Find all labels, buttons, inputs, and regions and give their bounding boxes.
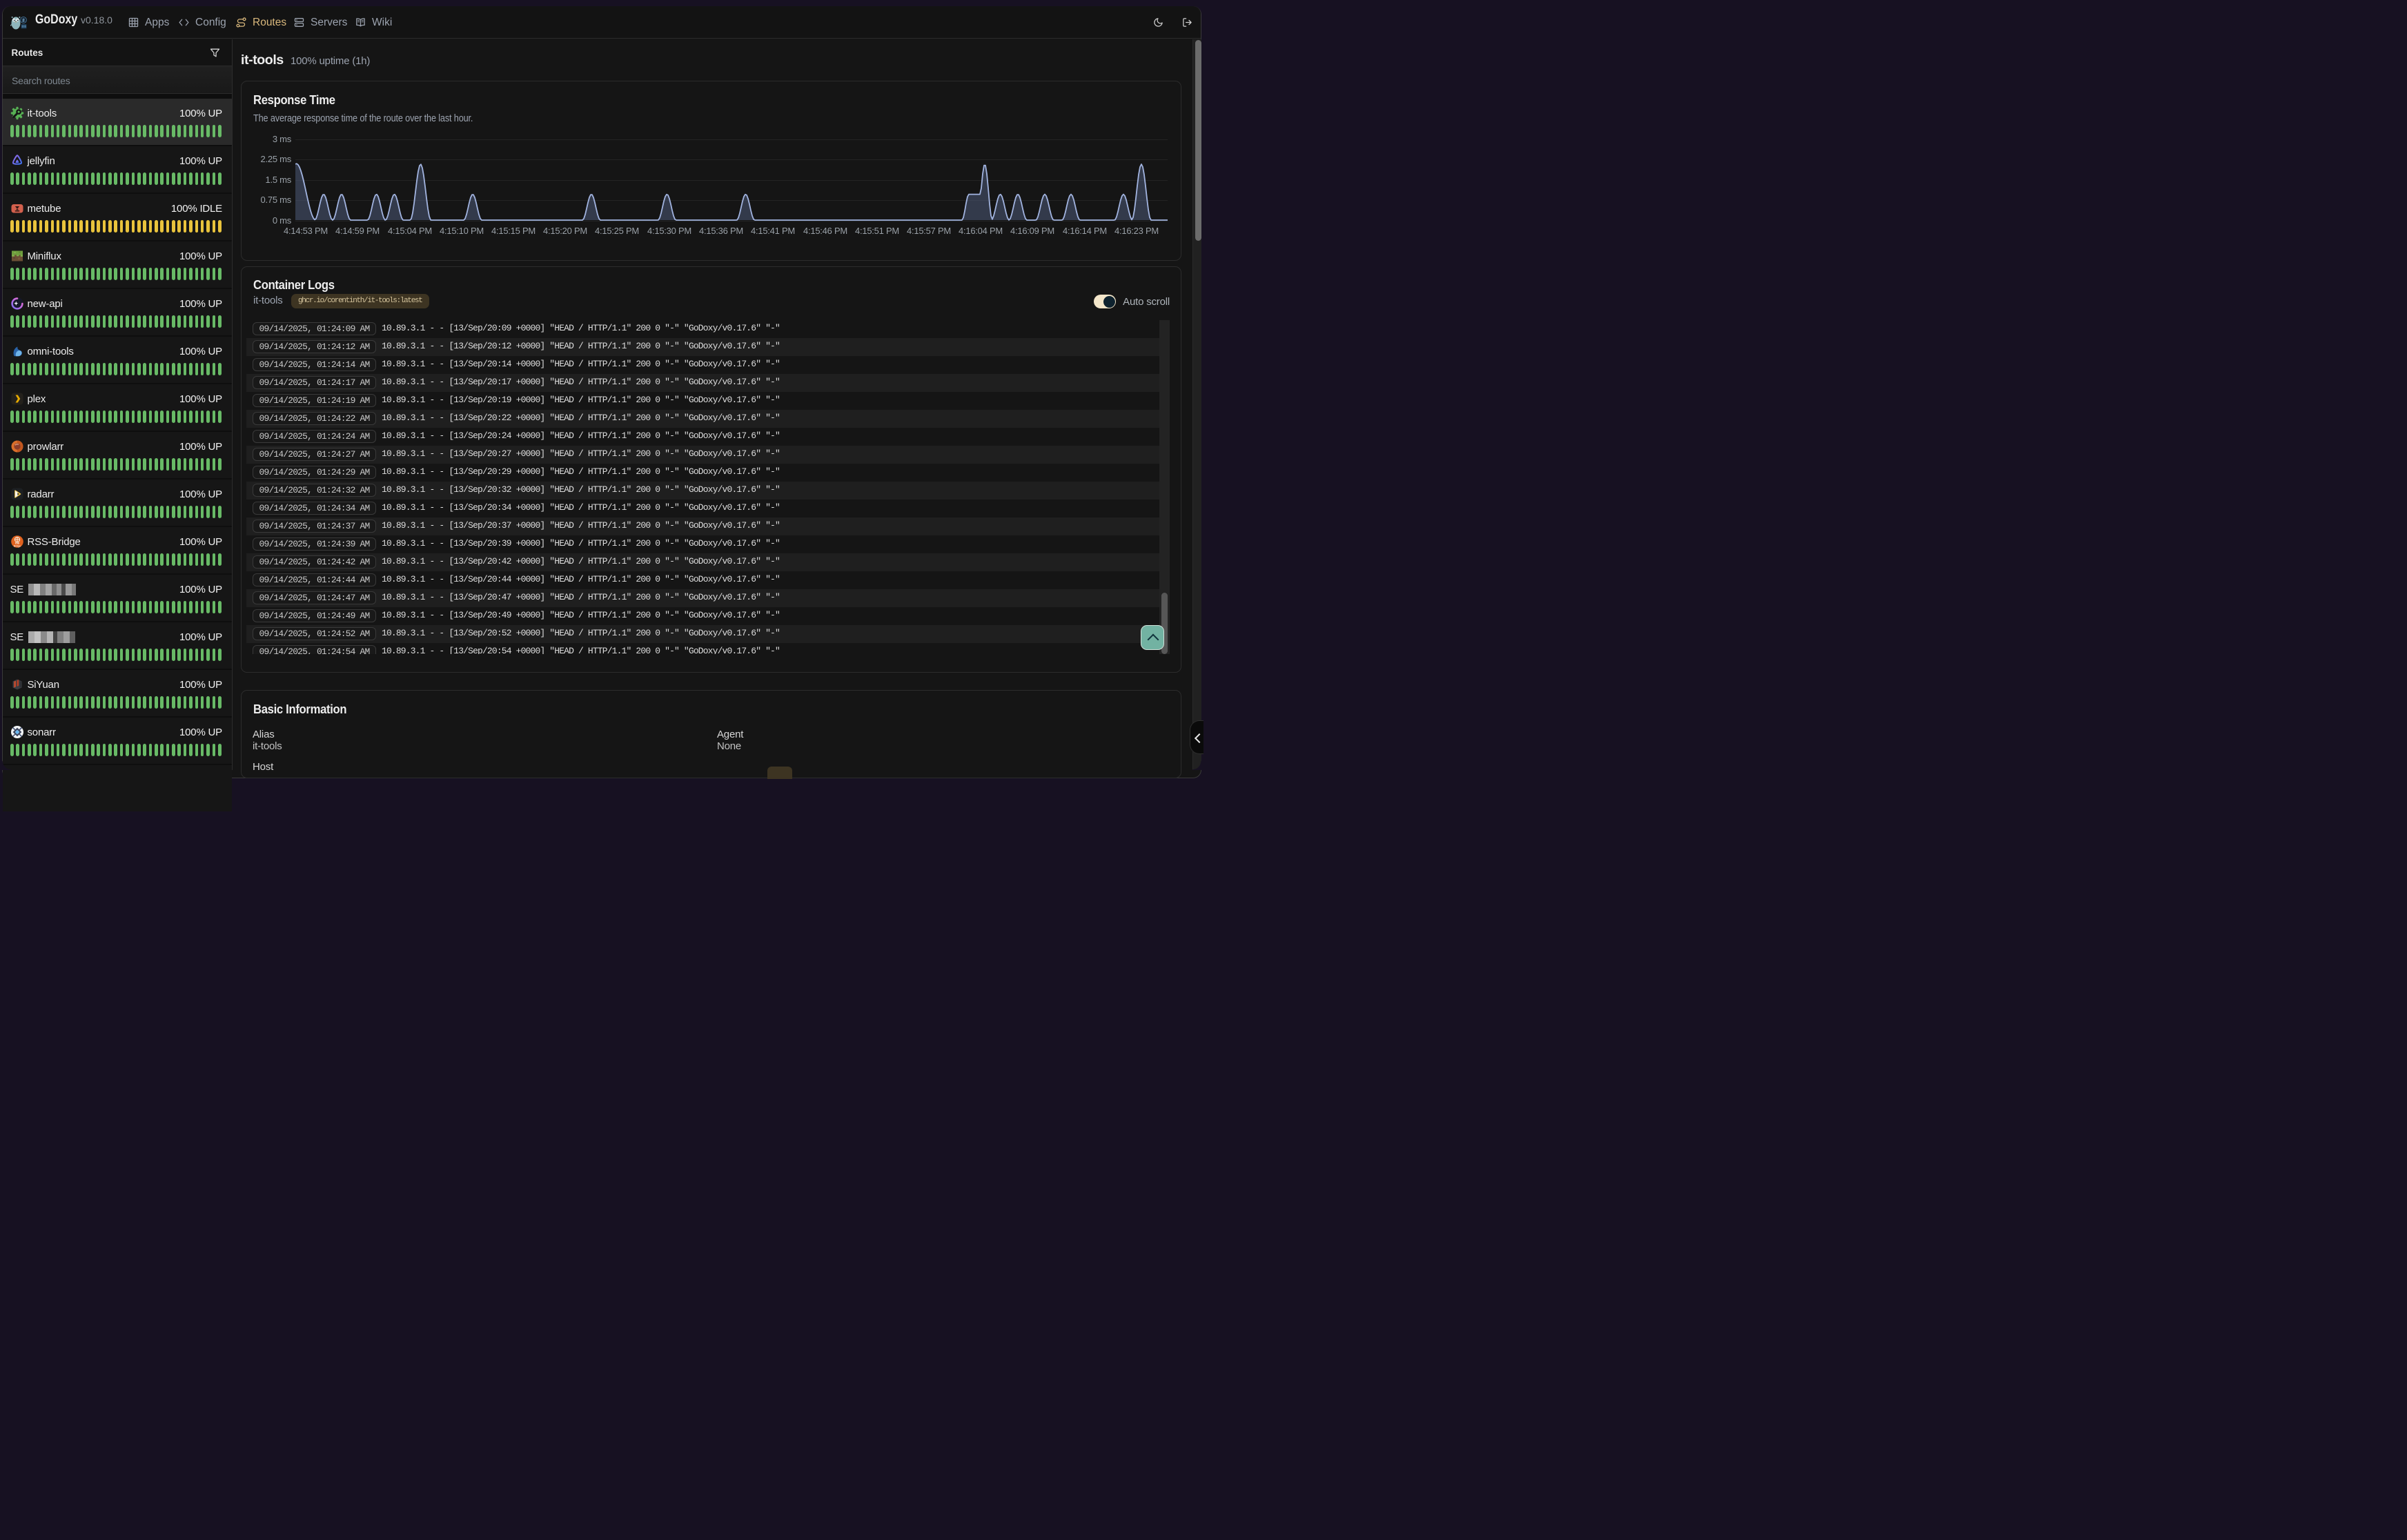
svg-text:Bridge: Bridge xyxy=(13,545,20,548)
